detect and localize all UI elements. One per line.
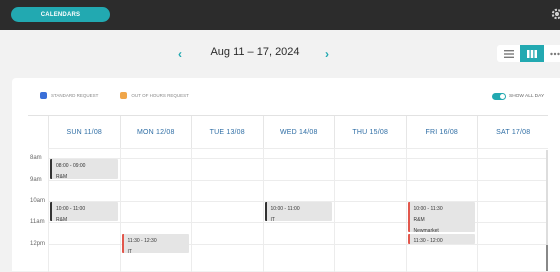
legend-standard-swatch	[40, 92, 47, 99]
day-header[interactable]: SAT 17/08	[477, 116, 549, 148]
hour-line	[48, 148, 548, 149]
legend-standard-label: STANDARD REQUEST	[51, 93, 99, 98]
calendar-event[interactable]: 11:30 - 12:00	[407, 233, 475, 244]
list-icon	[503, 49, 514, 58]
calendar-event[interactable]: 10:00 - 11:00 IT	[264, 201, 332, 223]
calendar-event[interactable]: 10:00 - 11:00 R&M	[50, 201, 118, 223]
month-view-button[interactable]	[544, 45, 560, 62]
week-view-button[interactable]	[520, 45, 544, 62]
column-divider	[119, 148, 121, 272]
hour-line	[48, 179, 548, 181]
day-header[interactable]: WED 14/08	[262, 116, 335, 148]
event-time: 10:00 - 11:00	[270, 205, 300, 212]
time-label: 12pm	[30, 240, 46, 247]
date-range-title: Aug 11 – 17, 2024	[210, 46, 300, 58]
event-time: 10:00 - 11:30	[413, 205, 443, 212]
scrollbar-thumb[interactable]	[546, 245, 548, 271]
column-divider	[405, 148, 407, 272]
time-label: 10am	[30, 197, 46, 204]
event-title: R&M	[56, 216, 68, 223]
show-all-day-toggle[interactable]	[492, 93, 506, 100]
date-navigation: ‹ Aug 11 – 17, 2024 ›	[0, 30, 560, 78]
previous-week-button[interactable]: ‹	[178, 47, 182, 61]
day-header[interactable]: TUE 13/08	[191, 116, 263, 148]
event-title: R&M	[413, 216, 425, 223]
hour-line	[48, 158, 548, 160]
grid-dots-icon	[550, 52, 560, 55]
legend-out-of-hours: OUT OF HOURS REQUEST	[120, 92, 189, 99]
column-divider	[191, 148, 192, 272]
day-header[interactable]: SUN 11/08	[48, 116, 120, 148]
event-time: 11:30 - 12:30	[127, 237, 157, 244]
calendar-event[interactable]: 10:00 - 11:30 R&M Newmarket	[407, 201, 475, 234]
week-grid: SUN 11/08 MON 12/08 TUE 13/08 WED 14/08 THU …	[28, 115, 549, 272]
event-time: 10:00 - 11:00	[56, 205, 86, 212]
time-column	[28, 148, 48, 272]
next-week-button[interactable]: ›	[325, 47, 329, 61]
calendar-event[interactable]: 08:00 - 09:00 R&M	[50, 159, 118, 180]
legend-standard: STANDARD REQUEST	[40, 92, 98, 99]
calendar-panel: STANDARD REQUEST OUT OF HOURS REQUEST SH…	[12, 78, 560, 272]
show-all-day: SHOW ALL DAY	[492, 93, 544, 100]
day-header[interactable]: THU 15/08	[334, 116, 406, 148]
legend-out-of-hours-swatch	[120, 92, 128, 99]
event-title: R&M	[56, 174, 68, 181]
time-label: 8am	[30, 155, 42, 162]
show-all-day-label: SHOW ALL DAY	[509, 94, 545, 99]
calendar-event[interactable]: 11:30 - 12:30 IT	[121, 233, 189, 255]
day-header[interactable]: FRI 16/08	[405, 116, 478, 148]
top-bar: CALENDARS	[0, 0, 560, 30]
view-switcher	[497, 45, 560, 62]
legend-out-of-hours-label: OUT OF HOURS REQUEST	[131, 93, 189, 98]
time-label: 9am	[30, 176, 42, 183]
column-divider	[262, 148, 264, 272]
event-title: IT	[270, 216, 275, 223]
column-divider	[334, 148, 335, 272]
column-divider	[477, 148, 478, 272]
calendars-button[interactable]: CALENDARS	[11, 7, 110, 22]
list-view-button[interactable]	[497, 45, 520, 62]
event-time: 11:30 - 12:00	[413, 237, 443, 244]
event-title: IT	[127, 248, 132, 255]
time-label: 11am	[30, 219, 45, 226]
columns-icon	[526, 49, 537, 58]
gear-icon[interactable]	[550, 7, 560, 21]
day-header[interactable]: MON 12/08	[119, 116, 192, 148]
legend: STANDARD REQUEST OUT OF HOURS REQUEST	[40, 92, 203, 99]
column-divider	[48, 148, 49, 272]
event-time: 08:00 - 09:00	[56, 163, 86, 170]
